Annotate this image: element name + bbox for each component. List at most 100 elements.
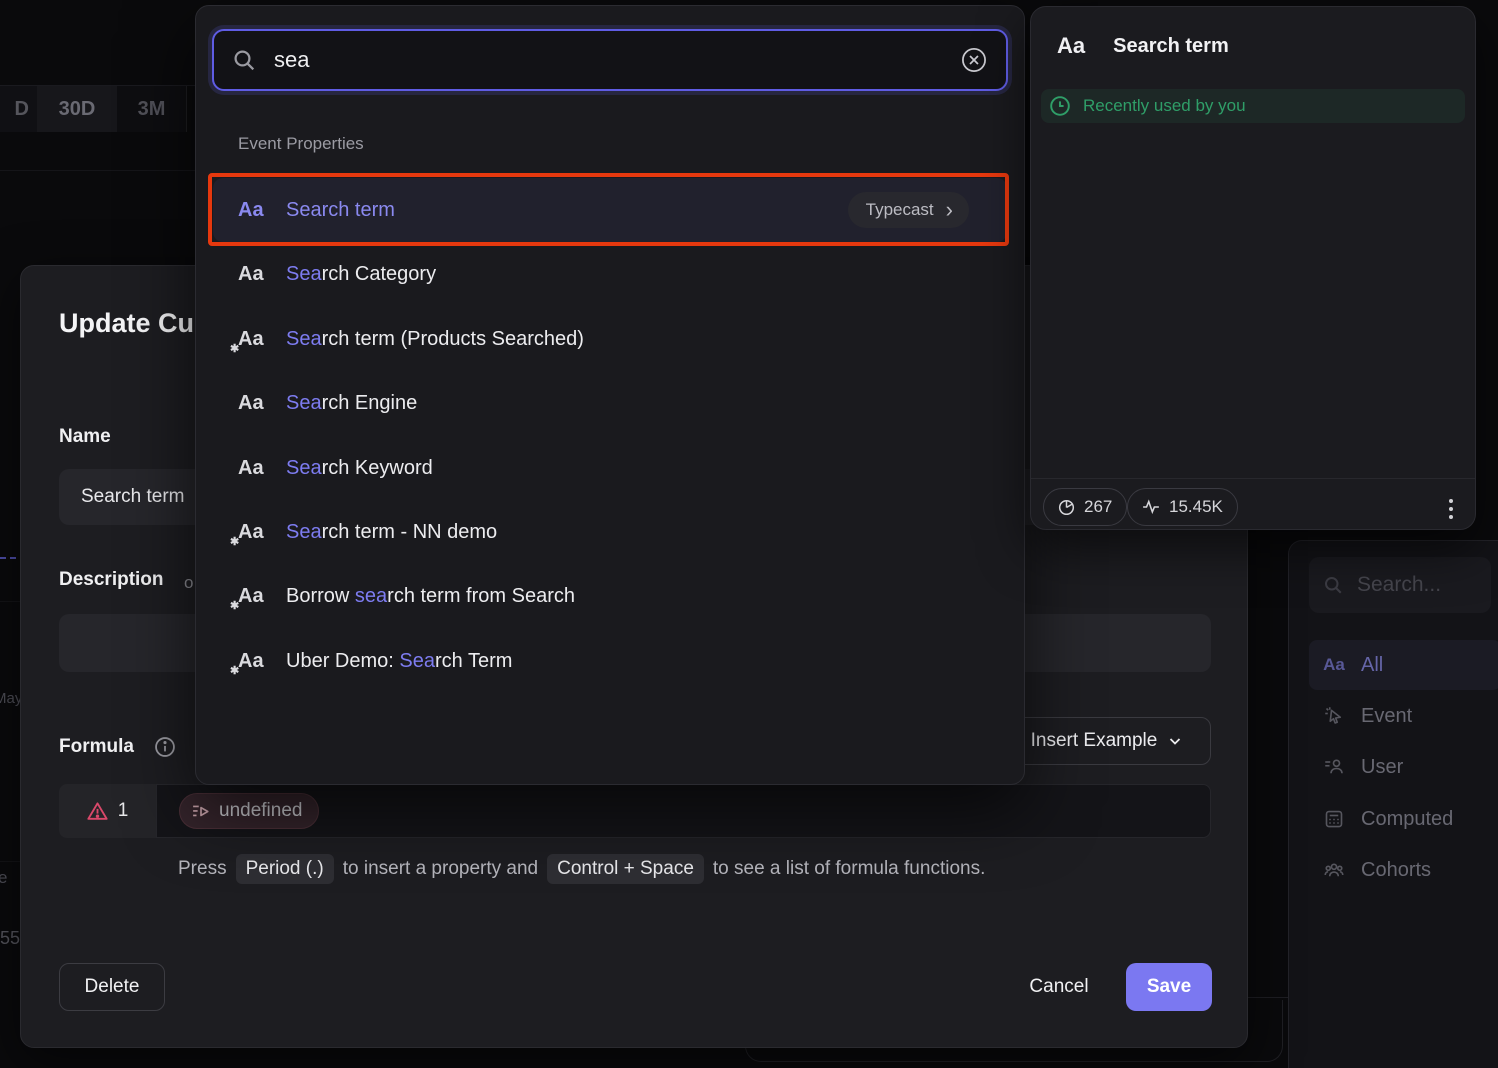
key-control-space: Control + Space xyxy=(547,854,704,884)
description-label: Description xyxy=(59,569,164,591)
property-search-dropdown: Event Properties AaSearch termTypecast›A… xyxy=(195,5,1025,785)
cohorts-icon xyxy=(1323,860,1345,880)
name-label: Name xyxy=(59,426,111,448)
bg-toolbar-divider xyxy=(0,170,195,171)
bg-gridline xyxy=(0,601,20,602)
property-name: Search term - NN demo xyxy=(286,521,497,544)
recently-used-badge: Recently used by you xyxy=(1041,89,1465,123)
property-details-panel: Aa Search term Recently used by you 267 … xyxy=(1030,6,1476,530)
property-name: Search term xyxy=(286,199,395,222)
pie-chart-icon xyxy=(1058,499,1075,516)
property-reference-icon xyxy=(192,803,210,820)
sidebar-search-field[interactable] xyxy=(1309,557,1491,613)
warning-icon xyxy=(87,801,108,822)
property-type-sidebar: Aa All Event User Computed Cohorts xyxy=(1288,540,1498,1068)
sidebar-search-input[interactable] xyxy=(1355,572,1477,598)
info-icon[interactable] xyxy=(154,736,176,758)
formula-hint: Press Period (.) to insert a property an… xyxy=(178,854,985,884)
formula-editor[interactable]: undefined xyxy=(156,784,1211,838)
custom-star-icon: ✱ xyxy=(230,599,239,612)
property-result-row[interactable]: Aa Search Category xyxy=(213,242,1007,306)
event-icon xyxy=(1323,706,1345,726)
chevron-down-icon xyxy=(1167,733,1183,749)
formula-error-gutter: 1 xyxy=(59,784,156,838)
text-type-icon: Aa xyxy=(238,392,272,415)
user-icon xyxy=(1323,757,1345,777)
text-type-icon: Aa xyxy=(1057,33,1085,59)
bg-chart-dashed-line xyxy=(0,557,16,559)
app-root: D 30D 3M May e 55 Aa All Event User Computed… xyxy=(0,0,1498,1068)
sidebar-item-label: All xyxy=(1361,654,1383,677)
sidebar-item-computed[interactable]: Computed xyxy=(1309,794,1498,844)
volume-pill[interactable]: 15.45K xyxy=(1127,488,1238,526)
custom-star-icon: ✱ xyxy=(230,342,239,355)
sidebar-item-label: Cohorts xyxy=(1361,859,1431,882)
text-type-icon: Aa xyxy=(238,457,272,480)
section-header: Event Properties xyxy=(238,134,364,154)
sidebar-item-label: Computed xyxy=(1361,808,1453,831)
bg-gridline xyxy=(0,861,20,862)
text-type-icon: Aa xyxy=(1323,655,1345,675)
property-name: Uber Demo: Search Term xyxy=(286,650,512,673)
sidebar-item-cohorts[interactable]: Cohorts xyxy=(1309,845,1498,895)
property-search-input[interactable] xyxy=(272,46,944,74)
cancel-button[interactable]: Cancel xyxy=(999,963,1119,1011)
activity-icon xyxy=(1142,498,1160,516)
sidebar-item-all[interactable]: Aa All xyxy=(1309,640,1498,690)
delete-button[interactable]: Delete xyxy=(59,963,165,1011)
property-result-row[interactable]: Aa Search Keyword xyxy=(213,436,1007,500)
sidebar-item-label: Event xyxy=(1361,705,1412,728)
more-options-kebab-icon[interactable] xyxy=(1438,493,1464,525)
description-optional-fragment: o xyxy=(184,573,193,593)
insert-example-button[interactable]: Insert Example xyxy=(1003,717,1211,765)
custom-text-type-icon: Aa✱ xyxy=(238,585,272,608)
bg-label-fragment: e xyxy=(0,868,7,888)
details-divider xyxy=(1031,478,1475,479)
time-range-tab-3m[interactable]: 3M xyxy=(117,86,186,132)
formula-undefined-chip[interactable]: undefined xyxy=(179,793,319,829)
property-name: Search Category xyxy=(286,263,436,286)
text-type-icon: Aa xyxy=(238,263,272,286)
time-range-tab-fragment[interactable]: D xyxy=(0,86,37,132)
property-name: Borrow search term from Search xyxy=(286,585,575,608)
custom-star-icon: ✱ xyxy=(230,664,239,677)
typecast-button[interactable]: Typecast› xyxy=(848,192,969,228)
formula-label: Formula xyxy=(59,736,134,758)
property-name: Search Keyword xyxy=(286,457,433,480)
property-result-row[interactable]: Aa✱ Borrow search term from Search xyxy=(213,564,1007,628)
property-result-row[interactable]: Aa✱ Search term - NN demo xyxy=(213,500,1007,564)
details-title: Search term xyxy=(1113,35,1229,58)
search-icon xyxy=(232,48,256,72)
sidebar-item-user[interactable]: User xyxy=(1309,742,1498,792)
custom-text-type-icon: Aa✱ xyxy=(238,328,272,351)
sidebar-item-label: User xyxy=(1361,756,1403,779)
property-result-row[interactable]: Aa✱ Uber Demo: Search Term xyxy=(213,629,1007,693)
modal-title: Update Cu xyxy=(59,308,194,339)
property-name: Search term (Products Searched) xyxy=(286,328,584,351)
tab-separator xyxy=(186,86,187,132)
bg-label-fragment: 55 xyxy=(0,928,20,949)
details-title-row: Aa Search term xyxy=(1057,33,1229,59)
computed-icon xyxy=(1323,809,1345,829)
bg-axis-label-may: May xyxy=(0,690,22,707)
custom-text-type-icon: Aa✱ xyxy=(238,521,272,544)
custom-star-icon: ✱ xyxy=(230,535,239,548)
search-icon xyxy=(1323,575,1343,595)
property-result-row[interactable]: Aa Search Engine xyxy=(213,371,1007,435)
property-search-field[interactable] xyxy=(212,29,1008,91)
property-name: Search Engine xyxy=(286,392,417,415)
time-range-tab-30d[interactable]: 30D xyxy=(37,86,117,132)
bg-divider-fragment xyxy=(1248,997,1288,998)
clock-icon xyxy=(1049,95,1071,117)
key-period: Period (.) xyxy=(236,854,334,884)
sidebar-item-event[interactable]: Event xyxy=(1309,691,1498,741)
custom-text-type-icon: Aa✱ xyxy=(238,650,272,673)
clear-search-icon[interactable] xyxy=(960,46,988,74)
property-result-row[interactable]: Aa Search term Typecast› xyxy=(213,178,1007,242)
save-button[interactable]: Save xyxy=(1126,963,1212,1011)
chevron-right-icon: › xyxy=(946,199,953,221)
property-result-row[interactable]: Aa✱ Search term (Products Searched) xyxy=(213,307,1007,371)
event-count-pill[interactable]: 267 xyxy=(1043,488,1127,526)
text-type-icon: Aa xyxy=(238,199,272,222)
error-count: 1 xyxy=(118,800,129,822)
